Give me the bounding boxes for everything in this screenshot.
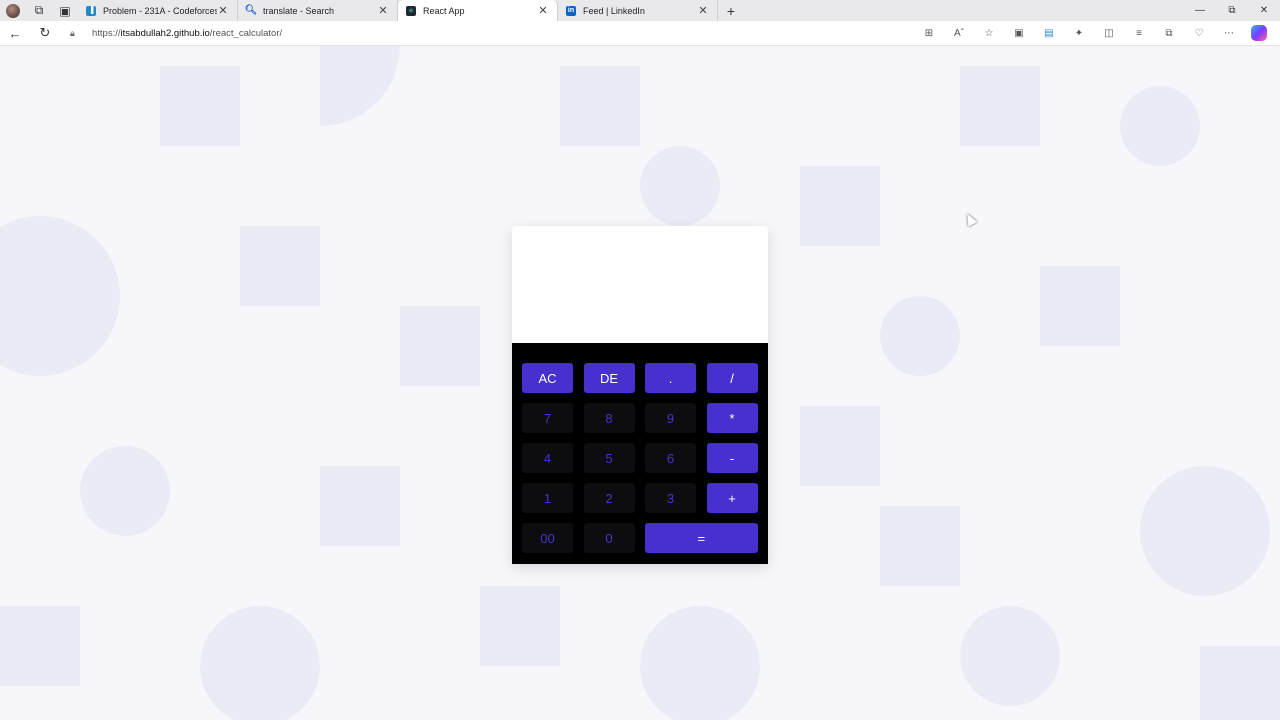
mouse-cursor-icon	[962, 211, 978, 227]
workspaces-icon[interactable]: ⧉	[26, 0, 52, 21]
tab-title: Problem - 231A - Codeforces	[103, 5, 217, 16]
calculator-display	[512, 226, 768, 343]
browser-toolbar: ← ↻ 🔒︎ https://itsabdullah2.github.io/re…	[0, 21, 1280, 46]
background-square	[320, 466, 400, 546]
background-square	[240, 226, 320, 306]
background-square	[1200, 646, 1280, 720]
avatar-icon	[6, 3, 20, 18]
collections-icon[interactable]: ⧉	[1154, 21, 1184, 46]
background-square	[0, 606, 80, 686]
digit-2-button[interactable]: 2	[583, 483, 635, 513]
background-square	[560, 66, 640, 146]
background-circle	[80, 446, 170, 536]
background-square	[400, 306, 480, 386]
address-bar[interactable]: 🔒︎ https://itsabdullah2.github.io/react_…	[70, 24, 900, 43]
background-circle	[640, 606, 760, 720]
favorite-star-icon[interactable]: ☆	[974, 21, 1004, 46]
close-tab-icon[interactable]: ✕	[377, 4, 389, 17]
digit-4-button[interactable]: 4	[522, 443, 573, 473]
digit-6-button[interactable]: 6	[645, 443, 696, 473]
profile-avatar[interactable]	[0, 0, 26, 21]
digit-3-button[interactable]: 3	[645, 483, 696, 513]
codeforces-icon: ▐	[86, 5, 96, 16]
screenshot-icon[interactable]: ▣	[1004, 21, 1034, 46]
restore-icon[interactable]: ⧉	[1216, 5, 1248, 16]
back-button[interactable]: ←	[0, 21, 30, 46]
url-host: itsabdullah2.github.io	[120, 27, 210, 39]
tab-linkedin[interactable]: in Feed | LinkedIn ✕	[558, 0, 718, 21]
multiply-button[interactable]: *	[706, 403, 758, 433]
arrow-left-icon: ←	[8, 25, 22, 41]
calculator: AC DE./7 8 9 * 4 5 6-1 2 3 +00 0 =	[512, 226, 768, 564]
background-circle	[200, 606, 320, 720]
digit-8-button[interactable]: 8	[583, 403, 635, 433]
browser-essentials-icon[interactable]: ♡	[1184, 21, 1214, 46]
background-square	[960, 66, 1040, 146]
search-icon: 🔍︎	[244, 5, 258, 16]
background-circle	[960, 606, 1060, 706]
toolbar-actions: ⊞ Aˆ ☆ ▣ ▤ ✦ ◫ ≡ ⧉ ♡ ⋯	[914, 21, 1280, 46]
refresh-button[interactable]: ↻	[30, 21, 60, 46]
close-tab-icon[interactable]: ✕	[537, 4, 549, 17]
background-circle	[1120, 86, 1200, 166]
copilot-icon[interactable]	[1244, 21, 1274, 46]
extension-icon[interactable]: ▤	[1034, 21, 1064, 46]
background-circle	[320, 46, 400, 126]
background-circle	[1140, 466, 1270, 596]
digit-7-button[interactable]: 7	[522, 403, 573, 433]
tab-strip: ⧉ ▣ ▐ Problem - 231A - Codeforces ✕ 🔍︎ t…	[0, 0, 1280, 21]
add-button[interactable]: +	[706, 483, 758, 513]
decimal-button[interactable]: .	[645, 363, 696, 393]
react-icon: ⚛︎	[406, 5, 416, 16]
extensions-puzzle-icon[interactable]: ✦	[1064, 21, 1094, 46]
background-circle	[880, 296, 960, 376]
url-path: /react_calculator/	[209, 27, 283, 39]
read-aloud-icon[interactable]: Aˆ	[944, 21, 974, 46]
app-available-icon[interactable]: ⊞	[914, 21, 944, 46]
close-tab-icon[interactable]: ✕	[697, 4, 709, 17]
digit-9-button[interactable]: 9	[645, 403, 696, 433]
tab-translate-search[interactable]: 🔍︎ translate - Search ✕	[238, 0, 398, 21]
favorites-icon[interactable]: ≡	[1124, 21, 1154, 46]
background-circle	[640, 146, 720, 226]
tab-react-app[interactable]: ⚛︎ React App ✕	[398, 0, 558, 21]
refresh-icon: ↻	[39, 25, 51, 40]
url-prefix: https://	[92, 27, 121, 39]
tab-title: translate - Search	[263, 5, 335, 16]
lock-icon: 🔒︎	[70, 27, 75, 38]
background-square	[480, 586, 560, 666]
tab-codeforces[interactable]: ▐ Problem - 231A - Codeforces ✕	[78, 0, 238, 21]
divide-button[interactable]: /	[706, 363, 758, 393]
double-zero-button[interactable]: 00	[522, 523, 573, 553]
tab-title: Feed | LinkedIn	[583, 5, 645, 16]
tab-title: React App	[423, 5, 465, 16]
all-clear-button[interactable]: AC	[522, 363, 573, 393]
more-options-icon[interactable]: ⋯	[1214, 21, 1244, 46]
digit-0-button[interactable]: 0	[583, 523, 635, 553]
delete-button[interactable]: DE	[583, 363, 635, 393]
tab-actions-icon[interactable]: ▣	[52, 0, 78, 21]
new-tab-button[interactable]: +	[718, 3, 744, 19]
background-square	[160, 66, 240, 146]
split-screen-icon[interactable]: ◫	[1094, 21, 1124, 46]
background-square	[880, 506, 960, 586]
close-window-icon[interactable]: ✕	[1248, 5, 1280, 16]
equals-button[interactable]: =	[645, 523, 758, 553]
linkedin-icon: in	[566, 5, 576, 16]
subtract-button[interactable]: -	[706, 443, 758, 473]
minimize-icon[interactable]: —	[1184, 5, 1216, 16]
background-square	[1040, 266, 1120, 346]
background-circle	[0, 216, 120, 376]
page-viewport: AC DE./7 8 9 * 4 5 6-1 2 3 +00 0 =	[0, 46, 1280, 720]
background-square	[800, 166, 880, 246]
background-square	[800, 406, 880, 486]
calculator-keypad: AC DE./7 8 9 * 4 5 6-1 2 3 +00 0 =	[512, 343, 768, 564]
copilot-logo	[1251, 25, 1267, 41]
window-controls: — ⧉ ✕	[1184, 5, 1280, 16]
digit-1-button[interactable]: 1	[522, 483, 573, 513]
close-tab-icon[interactable]: ✕	[217, 4, 229, 17]
digit-5-button[interactable]: 5	[583, 443, 635, 473]
